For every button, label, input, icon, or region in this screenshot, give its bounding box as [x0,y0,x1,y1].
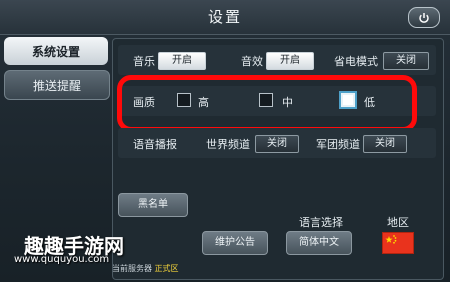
world-channel-label: 世界频道 [206,138,250,151]
legion-channel-toggle[interactable]: 关闭 [363,135,407,153]
server-label: 当前服务器 [112,264,152,273]
power-saving-label: 省电模式 [334,55,378,68]
legion-channel-label: 军团频道 [316,138,360,151]
current-server: 当前服务器 正式区 [112,263,179,274]
power-saving-toggle[interactable]: 关闭 [383,52,429,70]
sfx-label: 音效 [241,55,263,68]
language-select-button[interactable]: 简体中文 [286,231,352,255]
blacklist-button[interactable]: 黑名单 [118,193,188,217]
title-bar: 设置 [0,0,450,35]
maintenance-notice-button[interactable]: 维护公告 [202,231,268,255]
voice-broadcast-label: 语音播报 [133,138,177,151]
power-icon [419,12,429,23]
music-toggle[interactable]: 开启 [158,52,206,70]
region-flag-button[interactable] [382,232,414,254]
tab-push-reminder[interactable]: 推送提醒 [4,70,110,100]
power-button[interactable] [408,7,440,28]
world-channel-toggle[interactable]: 关闭 [255,135,299,153]
region-title: 地区 [387,216,409,229]
server-value: 正式区 [154,264,179,273]
language-title: 语言选择 [299,216,343,229]
music-label: 音乐 [133,55,155,68]
china-flag-icon [385,235,397,244]
tab-system-settings[interactable]: 系统设置 [4,37,108,65]
watermark-url: www.ququyou.com [14,254,110,265]
highlight-ring [117,75,417,132]
window-title: 设置 [207,8,242,26]
sfx-toggle[interactable]: 开启 [266,52,314,70]
